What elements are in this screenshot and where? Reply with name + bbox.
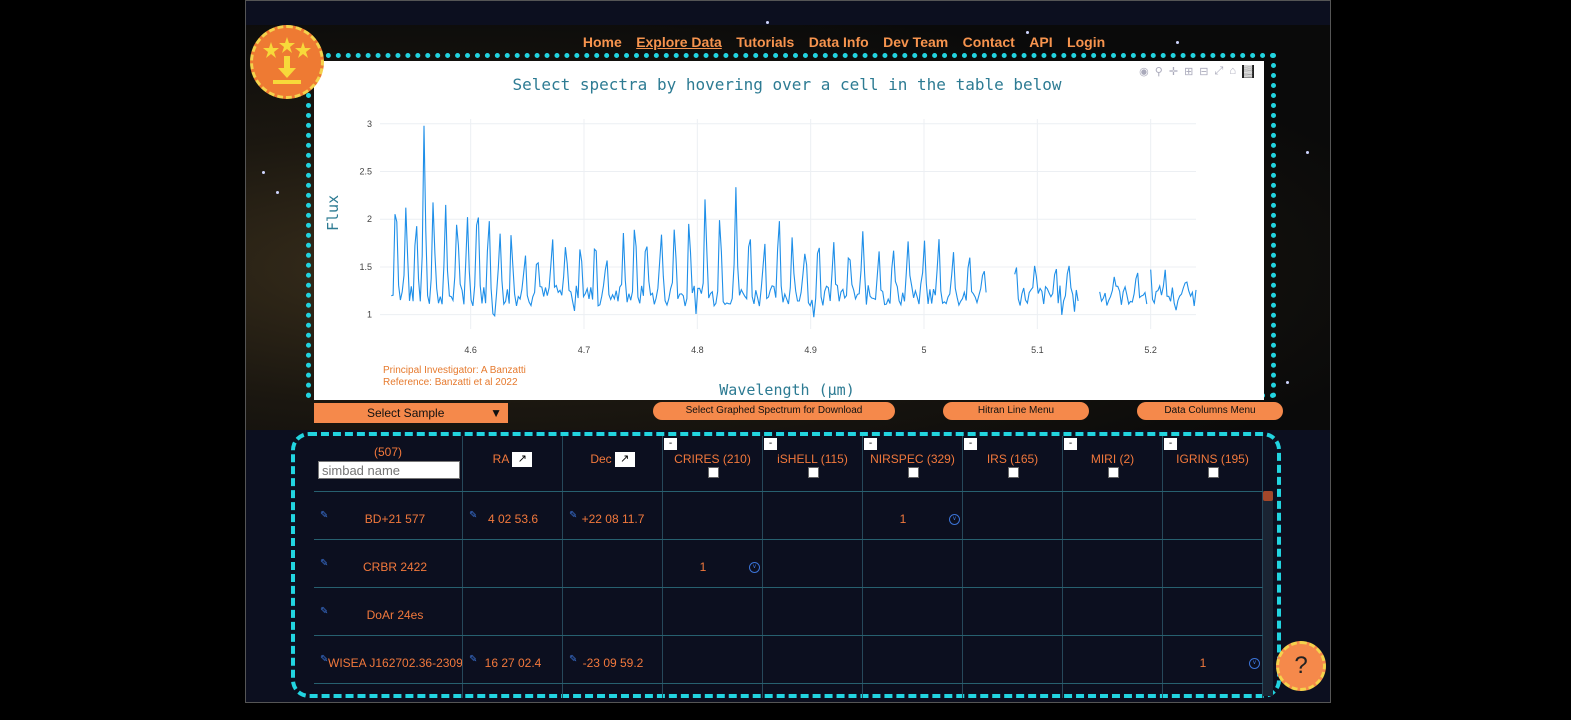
collapse-column-button[interactable]: - — [1064, 438, 1077, 450]
expand-icon[interactable]: ↗ — [512, 452, 533, 468]
star-dot — [276, 191, 279, 194]
instrument-header: NIRSPEC (329) — [870, 452, 955, 466]
app-window: Home Explore Data Tutorials Data Info De… — [245, 0, 1331, 703]
y-tick-label: 1.5 — [359, 262, 372, 272]
table-scrollbar[interactable] — [1263, 491, 1273, 696]
collapse-column-button[interactable]: - — [764, 438, 777, 450]
data-table: (507)RA↗Dec↗-CRIRES (210)-iSHELL (115)-N… — [314, 436, 1263, 698]
y-tick-label: 1 — [367, 310, 372, 320]
spectrum-dropdown-icon[interactable]: ∨ — [749, 562, 760, 573]
scrollbar-thumb[interactable] — [1263, 491, 1273, 501]
instrument-header: IRS (165) — [986, 452, 1039, 466]
row-divider — [314, 635, 1263, 636]
download-spectrum-button[interactable]: Select Graphed Spectrum for Download — [653, 402, 895, 420]
star-dot — [1306, 151, 1309, 154]
collapse-column-button[interactable]: - — [664, 438, 677, 450]
dropdown-arrow-icon: ▼ — [490, 406, 502, 420]
x-tick-label: 4.8 — [691, 345, 704, 355]
stars-download-logo-icon — [263, 37, 311, 84]
object-name[interactable]: WISEA J162702.36-230958.7 — [328, 656, 462, 670]
ra-value: 4 02 53.6 — [487, 512, 539, 526]
star-dot — [766, 21, 769, 24]
collapse-column-button[interactable]: - — [964, 438, 977, 450]
spectrum-line-segment — [1099, 272, 1148, 306]
nav-data-info[interactable]: Data Info — [809, 34, 869, 50]
hitran-line-menu-button[interactable]: Hitran Line Menu — [943, 402, 1089, 420]
instrument-checkbox[interactable] — [1207, 467, 1219, 478]
dec-header-label: Dec — [590, 452, 612, 466]
collapse-column-button[interactable]: - — [864, 438, 877, 450]
spectrum-count: 1 — [699, 560, 707, 574]
help-button[interactable]: ? — [1276, 641, 1326, 691]
select-sample-label: Select Sample — [367, 406, 445, 420]
dec-header: Dec ↗ — [563, 452, 662, 468]
object-name[interactable]: CRBR 2422 — [328, 560, 462, 574]
collapse-column-button[interactable]: - — [1164, 438, 1177, 450]
instrument-checkbox[interactable] — [1107, 467, 1119, 478]
pi-credit: Principal Investigator: A Banzatti — [383, 365, 526, 376]
spectrum-line-segment — [1014, 265, 1079, 315]
instrument-header: IGRINS (195) — [1176, 452, 1249, 466]
star-dot — [262, 171, 265, 174]
x-tick-label: 4.7 — [578, 345, 591, 355]
x-tick-label: 5 — [921, 345, 926, 355]
simbad-name-input[interactable] — [318, 461, 460, 479]
x-tick-label: 4.6 — [464, 345, 477, 355]
instrument-checkbox[interactable] — [807, 467, 819, 478]
reference-credit: Reference: Banzatti et al 2022 — [383, 377, 518, 388]
x-tick-label: 4.9 — [804, 345, 817, 355]
spectrum-plot[interactable]: Select spectra by hovering over a cell i… — [314, 61, 1264, 400]
data-columns-menu-button[interactable]: Data Columns Menu — [1137, 402, 1283, 420]
nav-api[interactable]: API — [1029, 34, 1052, 50]
instrument-checkbox[interactable] — [1007, 467, 1019, 478]
y-axis-label: Flux — [324, 194, 342, 231]
top-strip — [246, 1, 1330, 25]
table-column: - iSHELL (115) — [763, 436, 863, 698]
y-tick-label: 2 — [367, 214, 372, 224]
main-nav: Home Explore Data Tutorials Data Info De… — [246, 34, 1330, 52]
ra-header-label: RA — [492, 452, 510, 466]
y-tick-label: 3 — [367, 119, 372, 129]
object-name[interactable]: BD+21 577 — [328, 512, 462, 526]
nav-home[interactable]: Home — [583, 34, 622, 50]
instrument-header: CRIRES (210) — [674, 452, 751, 466]
table-column: - MIRI (2) — [1063, 436, 1163, 698]
ra-value: 16 27 02.4 — [484, 656, 542, 670]
spectrum-dropdown-icon[interactable]: ∨ — [949, 514, 960, 525]
instrument-checkbox[interactable] — [707, 467, 719, 478]
nav-contact[interactable]: Contact — [963, 34, 1015, 50]
spectrum-count: 1 — [899, 512, 907, 526]
row-divider — [314, 539, 1263, 540]
instrument-header: iSHELL (115) — [777, 452, 848, 466]
table-column: - IRS (165) — [963, 436, 1063, 698]
dec-value: +22 08 11.7 — [581, 512, 645, 526]
instrument-checkbox[interactable] — [907, 467, 919, 478]
x-tick-label: 5.2 — [1144, 345, 1157, 355]
name-column-count: (507) — [373, 445, 402, 459]
spectrum-chart: 1 1.5 2 2.5 3 4.6 4.7 4.8 4.9 5 5.1 5.2 — [359, 119, 1197, 355]
spectrum-line-segment — [391, 125, 987, 318]
nav-dev-team[interactable]: Dev Team — [883, 34, 948, 50]
nav-tutorials[interactable]: Tutorials — [736, 34, 794, 50]
x-tick-label: 5.1 — [1031, 345, 1044, 355]
expand-icon[interactable]: ↗ — [614, 452, 635, 468]
instrument-header: MIRI (2) — [1090, 452, 1135, 466]
nav-login[interactable]: Login — [1067, 34, 1105, 50]
nav-explore-data[interactable]: Explore Data — [636, 34, 722, 50]
row-divider — [314, 587, 1263, 588]
row-divider — [314, 683, 1263, 684]
select-sample-dropdown[interactable]: Select Sample ▼ — [314, 403, 508, 423]
table-column: - NIRSPEC (329) — [863, 436, 963, 698]
site-logo[interactable] — [250, 25, 324, 99]
ra-header: RA ↗ — [463, 452, 562, 468]
spectrum-line-segment — [1150, 269, 1197, 311]
star-dot — [1286, 381, 1289, 384]
dec-value: -23 09 59.2 — [582, 656, 644, 670]
row-divider — [314, 491, 1263, 492]
y-tick-label: 2.5 — [359, 167, 372, 177]
object-name[interactable]: DoAr 24es — [328, 608, 462, 622]
spectrum-count: 1 — [1199, 656, 1207, 670]
spectrum-dropdown-icon[interactable]: ∨ — [1249, 658, 1260, 669]
